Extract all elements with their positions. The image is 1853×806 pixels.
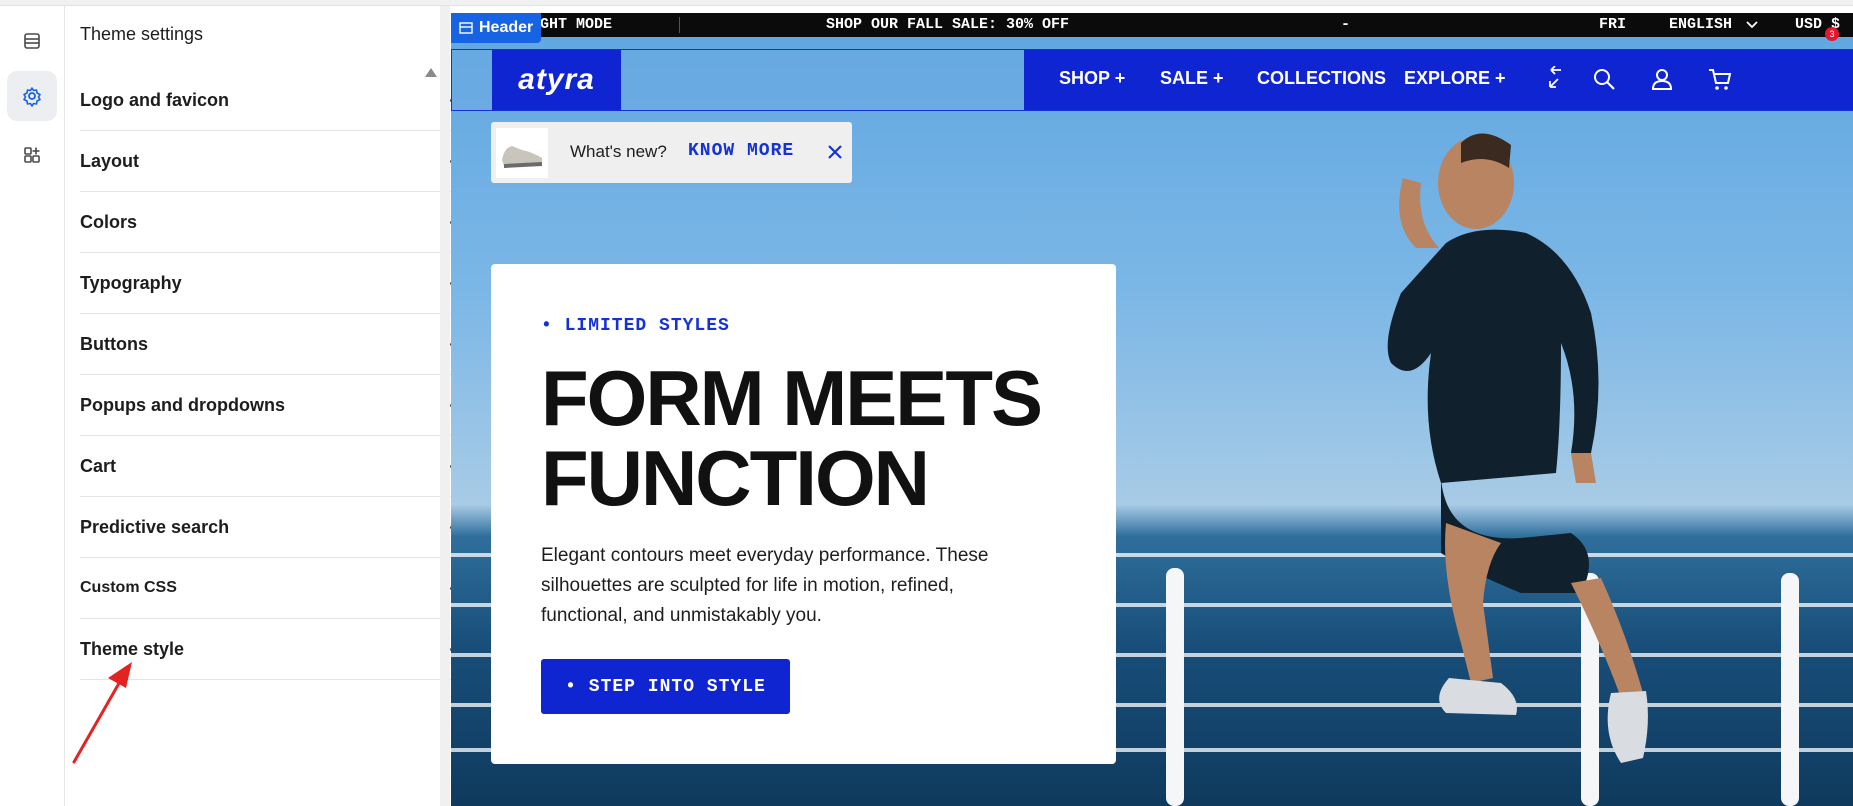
announcement-sale[interactable]: SHOP OUR FALL SALE: 30% OFF — [826, 16, 1069, 33]
apps-icon — [24, 147, 40, 163]
setting-logo-and-favicon[interactable]: Logo and favicon — [80, 70, 486, 131]
setting-colors[interactable]: Colors — [80, 192, 486, 253]
apps-button[interactable] — [7, 130, 57, 180]
sections-button[interactable] — [7, 16, 57, 66]
setting-label: Popups and dropdowns — [80, 394, 285, 415]
sneaker-image — [502, 146, 542, 168]
setting-label: Custom CSS — [80, 579, 177, 596]
setting-label: Colors — [80, 211, 138, 232]
setting-layout[interactable]: Layout — [80, 131, 486, 192]
search-icon[interactable] — [1591, 66, 1617, 92]
site-header: atyra SHOP + SALE + COLLECTIONS EXPLORE … — [451, 49, 1853, 111]
whats-new-text: What's new? — [570, 142, 667, 161]
nav-explore[interactable]: EXPLORE + — [1404, 68, 1506, 89]
runner-image — [1387, 133, 1648, 763]
setting-label: Logo and favicon — [80, 89, 230, 110]
setting-cart[interactable]: Cart — [80, 436, 486, 497]
annotation-arrow-icon — [72, 662, 132, 764]
hero-card: • LIMITED STYLES FORM MEETS FUNCTION Ele… — [491, 264, 1116, 764]
header-tag-label: Header — [479, 19, 534, 36]
setting-buttons[interactable]: Buttons — [80, 314, 486, 375]
setting-label: Typography — [80, 272, 182, 293]
sections-icon — [24, 33, 40, 49]
setting-custom-css[interactable]: Custom CSS — [80, 558, 486, 619]
cart-icon[interactable] — [1707, 66, 1733, 92]
announcement-left: IGHT MODE — [531, 16, 613, 33]
store-logo[interactable]: atyra — [492, 50, 621, 110]
hero-headline: FORM MEETS FUNCTION — [541, 354, 1043, 522]
editor-rail — [0, 6, 65, 806]
storefront-preview: IGHT MODE SHOP OUR FALL SALE: 30% OFF - … — [451, 13, 1853, 806]
theme-settings-button[interactable] — [7, 71, 57, 121]
hero-eyebrow: • LIMITED STYLES — [541, 316, 730, 336]
panel-scrollbar[interactable] — [440, 6, 450, 806]
setting-label: Buttons — [80, 333, 148, 354]
railing-post — [1166, 568, 1184, 806]
nav-collections[interactable]: COLLECTIONS — [1257, 68, 1386, 89]
announcement-divider — [679, 17, 680, 33]
hero-body: Elegant contours meet everyday performan… — [541, 545, 989, 626]
setting-label: Predictive search — [80, 516, 230, 537]
close-icon[interactable] — [823, 140, 847, 164]
setting-label: Theme style — [80, 638, 185, 659]
gear-icon — [23, 87, 41, 107]
nav-sale[interactable]: SALE + — [1160, 68, 1224, 89]
setting-popups-and-dropdowns[interactable]: Popups and dropdowns — [80, 375, 486, 436]
language-selector[interactable]: ENGLISH — [1669, 16, 1732, 33]
section-icon — [459, 22, 473, 34]
nav-shop[interactable]: SHOP + — [1059, 68, 1125, 89]
setting-label: Layout — [80, 150, 140, 171]
step-into-style-button[interactable]: • STEP INTO STYLE — [541, 659, 790, 714]
setting-label: Cart — [80, 455, 117, 476]
header-section-tag[interactable]: Header — [451, 13, 541, 43]
announcement-dash: - — [1341, 16, 1351, 33]
product-thumbnail[interactable] — [496, 128, 548, 178]
whats-new-popup: What's new? KNOW MORE — [491, 122, 852, 183]
cart-count-badge: 3 — [1825, 27, 1839, 41]
compare-arrows-icon[interactable] — [1542, 66, 1568, 92]
know-more-link[interactable]: KNOW MORE — [688, 141, 794, 161]
chevron-down-icon — [1746, 21, 1758, 29]
setting-typography[interactable]: Typography — [80, 253, 486, 314]
main-nav: SHOP + SALE + COLLECTIONS EXPLORE + — [1024, 50, 1853, 110]
announcement-bar: IGHT MODE SHOP OUR FALL SALE: 30% OFF - … — [451, 13, 1853, 37]
panel-title: Theme settings — [80, 24, 204, 44]
setting-theme-style[interactable]: Theme style — [80, 619, 486, 680]
account-icon[interactable] — [1649, 66, 1675, 92]
setting-predictive-search[interactable]: Predictive search — [80, 497, 486, 558]
announcement-right: FRI — [1599, 16, 1627, 33]
